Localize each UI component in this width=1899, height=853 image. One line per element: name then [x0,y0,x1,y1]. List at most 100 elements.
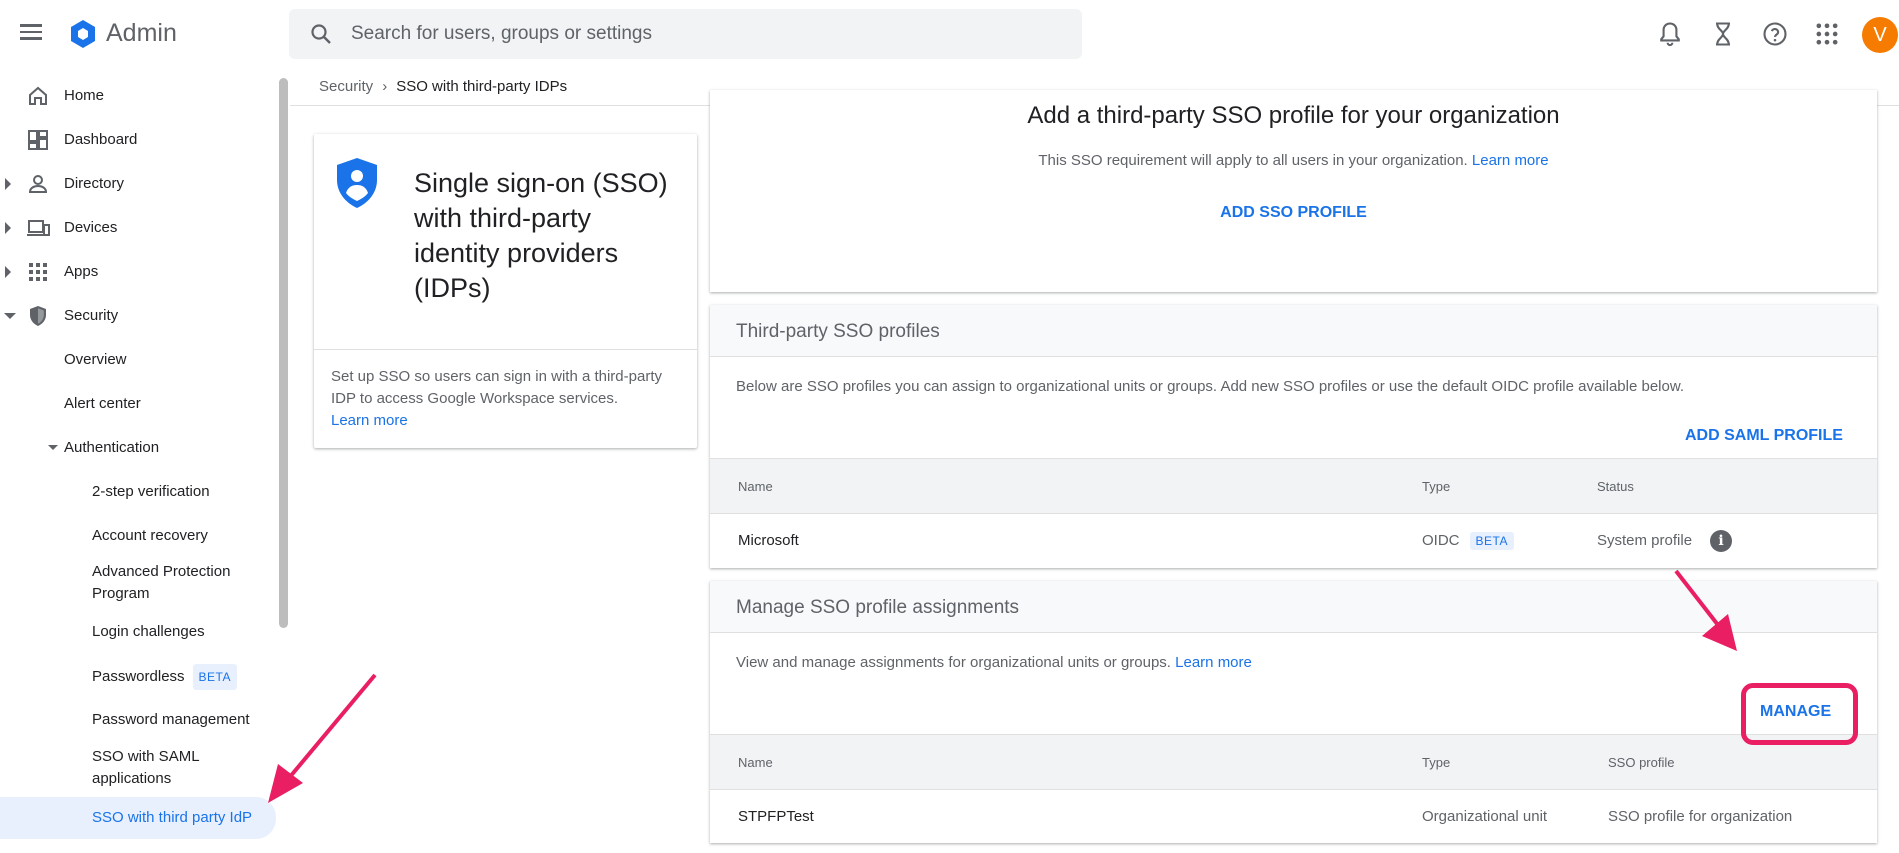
add-profile-heading: Add a third-party SSO profile for your o… [1027,102,1560,129]
sidebar-item-label: Apps [64,263,99,280]
table-row[interactable]: STPFPTest Organizational unit SSO profil… [710,790,1877,844]
sidebar-item-label: Alert center [64,395,141,412]
sidebar-item-label: Password management [92,711,250,728]
sidebar-item-directory[interactable]: Directory [0,164,276,204]
sidebar-item-sso-third-party[interactable]: SSO with third party IdP [0,797,276,839]
main-menu-icon[interactable] [20,20,48,48]
beta-badge: BETA [1469,532,1514,551]
person-icon [28,175,48,193]
sidebar-item-apps[interactable]: Apps [0,252,276,292]
add-profile-subtext-label: This SSO requirement will apply to all u… [1038,152,1468,169]
profiles-description: Below are SSO profiles you can assign to… [736,378,1685,395]
breadcrumb-security[interactable]: Security [319,78,373,95]
column-name[interactable]: Name [738,479,773,494]
add-sso-profile-card: Add a third-party SSO profile for your o… [710,90,1877,292]
card-header: Manage SSO profile assignments [710,581,1877,633]
app-title[interactable]: Admin [106,19,177,48]
assignment-profile: SSO profile for organization [1608,808,1793,825]
sidebar-item-label: Advanced Protection [92,563,231,580]
column-name[interactable]: Name [738,755,773,770]
learn-more-link[interactable]: Learn more [331,412,408,429]
assignments-card: Manage SSO profile assignments View and … [710,581,1877,843]
sidebar-item-passwordless[interactable]: Passwordless BETA [0,657,276,693]
card-header: Third-party SSO profiles [710,305,1877,357]
expand-arrow-icon[interactable] [5,266,11,278]
profile-name[interactable]: Microsoft [738,532,799,549]
sidebar-item-login-challenges[interactable]: Login challenges [0,614,276,650]
beta-badge: BETA [192,664,237,690]
column-sso-profile[interactable]: SSO profile [1608,755,1674,770]
sidebar-item-overview[interactable]: Overview [0,342,276,378]
avatar[interactable]: V [1862,17,1898,53]
info-card-text: Set up SSO so users can sign in with a t… [331,368,662,407]
sidebar-item-label: Passwordless [92,667,185,685]
column-type[interactable]: Type [1422,479,1450,494]
assignment-name[interactable]: STPFPTest [738,808,814,825]
info-card-description: Set up SSO so users can sign in with a t… [331,366,686,432]
learn-more-link[interactable]: Learn more [1175,654,1252,671]
sso-shield-icon [337,158,377,208]
card-title: Third-party SSO profiles [736,321,940,342]
devices-icon [27,220,50,236]
sidebar-item-dashboard[interactable]: Dashboard [0,120,276,160]
sidebar-item-label: Devices [64,219,118,236]
sidebar-item-2-step-verification[interactable]: 2-step verification [0,474,276,510]
sidebar-item-password-management[interactable]: Password management [0,702,276,738]
expand-arrow-icon[interactable] [5,178,11,190]
breadcrumb-current: SSO with third-party IDPs [396,78,568,95]
top-bar: Admin V [0,0,1899,68]
sidebar-item-label: Account recovery [92,527,208,544]
add-sso-profile-label: ADD SSO PROFILE [1220,204,1367,221]
sidebar-item-label: Overview [64,351,127,368]
sidebar-item-devices[interactable]: Devices [0,208,276,248]
sidebar-item-label: Login challenges [92,623,205,640]
apps-grid-icon[interactable] [1813,20,1841,48]
collapse-arrow-icon[interactable] [48,445,58,450]
apps-icon [29,263,47,281]
profile-type-label: OIDC [1422,532,1460,549]
collapse-arrow-icon[interactable] [4,313,16,319]
admin-logo-icon[interactable] [67,18,99,50]
sidebar-item-label: Directory [64,175,125,192]
search-icon [311,24,331,44]
table-row[interactable]: Microsoft OIDC BETA System profile i [710,514,1877,568]
sidebar-item-alert-center[interactable]: Alert center [0,386,276,422]
add-sso-profile-button[interactable]: ADD SSO PROFILE [710,204,1877,222]
sidebar-item-label-wrap: Passwordless BETA [92,664,237,690]
manage-button[interactable]: MANAGE [1760,703,1831,721]
sidebar-item-label: 2-step verification [92,483,210,500]
bell-icon[interactable] [1656,20,1684,48]
page-title: Single sign-on (SSO) with third-party id… [414,168,668,303]
chevron-right-icon: › [382,78,388,95]
search-input[interactable] [351,9,1051,59]
sidebar-item-label: SSO with third party IdP [92,809,253,826]
home-icon [29,86,47,105]
divider [314,349,697,350]
profile-status: System profile [1597,532,1693,549]
learn-more-link[interactable]: Learn more [1472,152,1549,169]
sidebar-item-account-recovery[interactable]: Account recovery [0,518,276,554]
sidebar-item-sso-saml[interactable]: SSO with SAML applications [0,745,276,791]
card-title: Manage SSO profile assignments [736,597,1020,618]
dashboard-icon [28,130,48,150]
column-type[interactable]: Type [1422,755,1450,770]
sidebar-item-label: Security [64,307,119,324]
table-header: Name Type Status [710,458,1877,514]
assignments-description: View and manage assignments for organiza… [736,654,1252,671]
search-bar[interactable] [289,9,1082,59]
sidebar-item-security[interactable]: Security [0,296,276,336]
expand-arrow-icon[interactable] [5,222,11,234]
sidebar-item-label: Home [64,87,105,104]
sidebar-item-home[interactable]: Home [0,76,276,116]
column-status[interactable]: Status [1597,479,1634,494]
hourglass-icon[interactable] [1709,20,1737,48]
sidebar-item-advanced-protection[interactable]: Advanced Protection Program [0,560,276,606]
assignments-description-label: View and manage assignments for organiza… [736,654,1171,671]
help-icon[interactable] [1761,20,1789,48]
info-icon[interactable]: i [1710,530,1732,552]
sso-profiles-card: Third-party SSO profiles Below are SSO p… [710,305,1877,568]
profile-type: OIDC BETA [1422,532,1514,551]
sidebar-item-authentication[interactable]: Authentication [0,430,276,466]
sidebar-scrollbar[interactable] [279,78,288,628]
add-saml-profile-button[interactable]: ADD SAML PROFILE [1685,427,1843,445]
